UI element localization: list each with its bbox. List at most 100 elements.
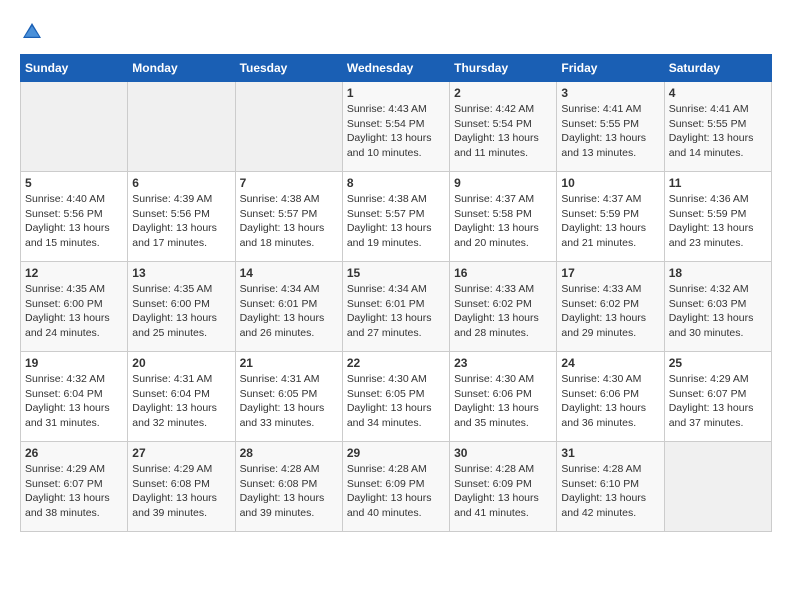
day-number: 18 — [669, 266, 767, 280]
day-number: 12 — [25, 266, 123, 280]
day-number: 19 — [25, 356, 123, 370]
calendar-cell: 20 Sunrise: 4:31 AMSunset: 6:04 PMDayligh… — [128, 352, 235, 442]
day-number: 26 — [25, 446, 123, 460]
day-number: 25 — [669, 356, 767, 370]
logo — [20, 20, 48, 44]
day-info: Sunrise: 4:41 AMSunset: 5:55 PMDaylight:… — [669, 102, 767, 161]
day-number: 2 — [454, 86, 552, 100]
day-info: Sunrise: 4:38 AMSunset: 5:57 PMDaylight:… — [240, 192, 338, 251]
calendar-cell: 13 Sunrise: 4:35 AMSunset: 6:00 PMDayligh… — [128, 262, 235, 352]
day-number: 8 — [347, 176, 445, 190]
day-number: 9 — [454, 176, 552, 190]
calendar-cell: 10Sunrise: 4:37 AMSunset: 5:59 PMDayligh… — [557, 172, 664, 262]
day-info: Sunrise: 4:28 AMSunset: 6:09 PMDaylight:… — [347, 462, 445, 521]
calendar-cell: 8Sunrise: 4:38 AMSunset: 5:57 PMDaylight… — [342, 172, 449, 262]
day-info: Sunrise: 4:31 AMSunset: 6:05 PMDaylight:… — [240, 372, 338, 431]
calendar-cell: 19 Sunrise: 4:32 AMSunset: 6:04 PMDayligh… — [21, 352, 128, 442]
day-info: Sunrise: 4:39 AMSunset: 5:56 PMDaylight:… — [132, 192, 230, 251]
day-number: 30 — [454, 446, 552, 460]
calendar-cell: 17Sunrise: 4:33 AMSunset: 6:02 PMDayligh… — [557, 262, 664, 352]
calendar-cell: 3Sunrise: 4:41 AMSunset: 5:55 PMDaylight… — [557, 82, 664, 172]
calendar-cell: 23 Sunrise: 4:30 AMSunset: 6:06 PMDayligh… — [450, 352, 557, 442]
day-info: Sunrise: 4:30 AMSunset: 6:05 PMDaylight:… — [347, 372, 445, 431]
calendar-cell: 6Sunrise: 4:39 AMSunset: 5:56 PMDaylight… — [128, 172, 235, 262]
day-number: 21 — [240, 356, 338, 370]
calendar-week-1: 1 Sunrise: 4:43 AMSunset: 5:54 PMDaylight… — [21, 82, 772, 172]
calendar-header: SundayMondayTuesdayWednesdayThursdayFrid… — [21, 55, 772, 82]
day-number: 17 — [561, 266, 659, 280]
day-number: 13 — [132, 266, 230, 280]
day-number: 31 — [561, 446, 659, 460]
calendar-week-3: 12 Sunrise: 4:35 AMSunset: 6:00 PMDayligh… — [21, 262, 772, 352]
day-number: 1 — [347, 86, 445, 100]
day-number: 14 — [240, 266, 338, 280]
day-number: 23 — [454, 356, 552, 370]
day-info: Sunrise: 4:30 AMSunset: 6:06 PMDaylight:… — [561, 372, 659, 431]
day-info: Sunrise: 4:32 AMSunset: 6:04 PMDaylight:… — [25, 372, 123, 431]
calendar-cell: 27 Sunrise: 4:29 AMSunset: 6:08 PMDayligh… — [128, 442, 235, 532]
day-number: 16 — [454, 266, 552, 280]
day-number: 22 — [347, 356, 445, 370]
calendar-week-5: 26 Sunrise: 4:29 AMSunset: 6:07 PMDayligh… — [21, 442, 772, 532]
day-info: Sunrise: 4:41 AMSunset: 5:55 PMDaylight:… — [561, 102, 659, 161]
calendar-cell — [664, 442, 771, 532]
calendar-body: 1 Sunrise: 4:43 AMSunset: 5:54 PMDaylight… — [21, 82, 772, 532]
day-info: Sunrise: 4:29 AMSunset: 6:07 PMDaylight:… — [25, 462, 123, 521]
calendar-cell: 7 Sunrise: 4:38 AMSunset: 5:57 PMDaylight… — [235, 172, 342, 262]
day-info: Sunrise: 4:34 AMSunset: 6:01 PMDaylight:… — [240, 282, 338, 341]
calendar-cell: 31 Sunrise: 4:28 AMSunset: 6:10 PMDayligh… — [557, 442, 664, 532]
day-info: Sunrise: 4:30 AMSunset: 6:06 PMDaylight:… — [454, 372, 552, 431]
calendar-cell: 30 Sunrise: 4:28 AMSunset: 6:09 PMDayligh… — [450, 442, 557, 532]
calendar-cell — [128, 82, 235, 172]
day-info: Sunrise: 4:35 AMSunset: 6:00 PMDaylight:… — [132, 282, 230, 341]
calendar-cell: 9 Sunrise: 4:37 AMSunset: 5:58 PMDaylight… — [450, 172, 557, 262]
day-info: Sunrise: 4:42 AMSunset: 5:54 PMDaylight:… — [454, 102, 552, 161]
day-info: Sunrise: 4:43 AMSunset: 5:54 PMDaylight:… — [347, 102, 445, 161]
day-info: Sunrise: 4:28 AMSunset: 6:10 PMDaylight:… — [561, 462, 659, 521]
day-number: 7 — [240, 176, 338, 190]
day-number: 4 — [669, 86, 767, 100]
calendar-week-2: 5 Sunrise: 4:40 AMSunset: 5:56 PMDaylight… — [21, 172, 772, 262]
day-info: Sunrise: 4:36 AMSunset: 5:59 PMDaylight:… — [669, 192, 767, 251]
calendar-table: SundayMondayTuesdayWednesdayThursdayFrid… — [20, 54, 772, 532]
weekday-header-friday: Friday — [557, 55, 664, 82]
calendar-cell — [235, 82, 342, 172]
calendar-cell: 1 Sunrise: 4:43 AMSunset: 5:54 PMDaylight… — [342, 82, 449, 172]
day-info: Sunrise: 4:32 AMSunset: 6:03 PMDaylight:… — [669, 282, 767, 341]
day-info: Sunrise: 4:31 AMSunset: 6:04 PMDaylight:… — [132, 372, 230, 431]
calendar-cell: 4 Sunrise: 4:41 AMSunset: 5:55 PMDaylight… — [664, 82, 771, 172]
calendar-cell: 18 Sunrise: 4:32 AMSunset: 6:03 PMDayligh… — [664, 262, 771, 352]
weekday-header-wednesday: Wednesday — [342, 55, 449, 82]
day-number: 24 — [561, 356, 659, 370]
logo-icon — [20, 20, 44, 44]
day-info: Sunrise: 4:37 AMSunset: 5:59 PMDaylight:… — [561, 192, 659, 251]
header — [20, 20, 772, 44]
day-info: Sunrise: 4:28 AMSunset: 6:08 PMDaylight:… — [240, 462, 338, 521]
calendar-cell: 24 Sunrise: 4:30 AMSunset: 6:06 PMDayligh… — [557, 352, 664, 442]
weekday-header-row: SundayMondayTuesdayWednesdayThursdayFrid… — [21, 55, 772, 82]
day-info: Sunrise: 4:35 AMSunset: 6:00 PMDaylight:… — [25, 282, 123, 341]
day-number: 27 — [132, 446, 230, 460]
calendar-cell — [21, 82, 128, 172]
day-number: 29 — [347, 446, 445, 460]
calendar-cell: 25 Sunrise: 4:29 AMSunset: 6:07 PMDayligh… — [664, 352, 771, 442]
day-number: 5 — [25, 176, 123, 190]
weekday-header-thursday: Thursday — [450, 55, 557, 82]
calendar-cell: 15Sunrise: 4:34 AMSunset: 6:01 PMDayligh… — [342, 262, 449, 352]
calendar-cell: 16Sunrise: 4:33 AMSunset: 6:02 PMDayligh… — [450, 262, 557, 352]
calendar-cell: 22 Sunrise: 4:30 AMSunset: 6:05 PMDayligh… — [342, 352, 449, 442]
calendar-week-4: 19 Sunrise: 4:32 AMSunset: 6:04 PMDayligh… — [21, 352, 772, 442]
day-info: Sunrise: 4:29 AMSunset: 6:08 PMDaylight:… — [132, 462, 230, 521]
calendar-cell: 11Sunrise: 4:36 AMSunset: 5:59 PMDayligh… — [664, 172, 771, 262]
day-info: Sunrise: 4:40 AMSunset: 5:56 PMDaylight:… — [25, 192, 123, 251]
weekday-header-sunday: Sunday — [21, 55, 128, 82]
calendar-cell: 28Sunrise: 4:28 AMSunset: 6:08 PMDayligh… — [235, 442, 342, 532]
day-info: Sunrise: 4:37 AMSunset: 5:58 PMDaylight:… — [454, 192, 552, 251]
day-info: Sunrise: 4:28 AMSunset: 6:09 PMDaylight:… — [454, 462, 552, 521]
calendar-cell: 26 Sunrise: 4:29 AMSunset: 6:07 PMDayligh… — [21, 442, 128, 532]
day-info: Sunrise: 4:34 AMSunset: 6:01 PMDaylight:… — [347, 282, 445, 341]
weekday-header-tuesday: Tuesday — [235, 55, 342, 82]
day-number: 20 — [132, 356, 230, 370]
day-info: Sunrise: 4:29 AMSunset: 6:07 PMDaylight:… — [669, 372, 767, 431]
calendar-cell: 21 Sunrise: 4:31 AMSunset: 6:05 PMDayligh… — [235, 352, 342, 442]
